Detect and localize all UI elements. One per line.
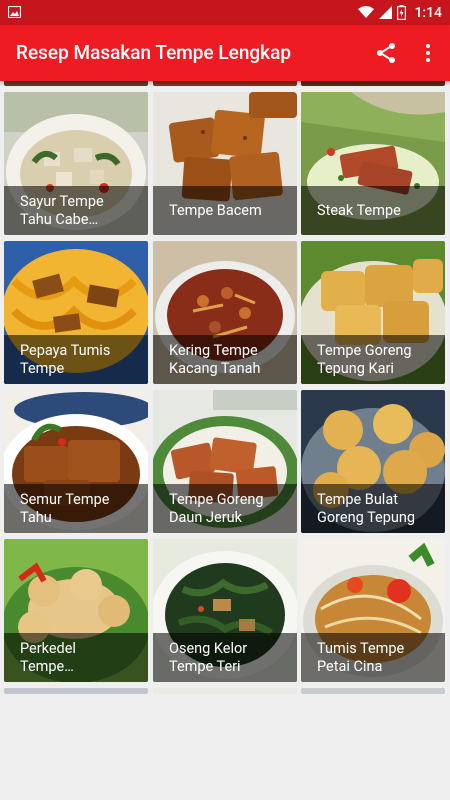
recipe-caption: Kering Tempe Kacang Tanah [153, 335, 297, 384]
battery-charging-icon [397, 5, 407, 20]
recipe-card[interactable]: Tempe Bacem [153, 92, 297, 235]
recipe-caption: Semur Tempe Tahu [4, 484, 148, 533]
recipe-grid: Sayur Tempe Tahu Cabe… Tempe Bacem Steak… [0, 0, 450, 800]
app-title: Resep Masakan Tempe Lengkap [16, 41, 291, 64]
recipe-caption: Tempe Bulat Goreng Tepung [301, 484, 445, 533]
recipe-caption: Perkedel Tempe… [4, 633, 148, 682]
recipe-card-partial[interactable] [4, 688, 148, 694]
recipe-card[interactable]: Sayur Tempe Tahu Cabe… [4, 92, 148, 235]
more-vert-icon[interactable] [416, 41, 440, 65]
recipe-caption: Tumis Tempe Petai Cina [301, 633, 445, 682]
share-icon[interactable] [374, 41, 398, 65]
recipe-caption: Oseng Kelor Tempe Teri [153, 633, 297, 682]
recipe-card-partial[interactable] [153, 688, 297, 694]
recipe-card-partial[interactable] [301, 688, 445, 694]
recipe-card[interactable]: Steak Tempe [301, 92, 445, 235]
signal-icon [379, 6, 393, 19]
image-notification-icon [8, 6, 21, 18]
clock: 1:14 [414, 4, 442, 21]
recipe-caption: Tempe Goreng Tepung Kari [301, 335, 445, 384]
recipe-card[interactable]: Tumis Tempe Petai Cina [301, 539, 445, 682]
recipe-card[interactable]: Tempe Goreng Tepung Kari [301, 241, 445, 384]
recipe-caption: Pepaya Tumis Tempe [4, 335, 148, 384]
status-bar: 1:14 [0, 0, 450, 25]
app-bar: Resep Masakan Tempe Lengkap [0, 25, 450, 81]
recipe-caption: Sayur Tempe Tahu Cabe… [4, 186, 148, 235]
recipe-card[interactable]: Oseng Kelor Tempe Teri [153, 539, 297, 682]
recipe-card[interactable]: Tempe Bulat Goreng Tepung [301, 390, 445, 533]
recipe-card[interactable]: Kering Tempe Kacang Tanah [153, 241, 297, 384]
wifi-icon [358, 6, 375, 18]
status-icons: 1:14 [358, 0, 442, 25]
recipe-caption: Tempe Goreng Daun Jeruk [153, 484, 297, 533]
recipe-card[interactable]: Perkedel Tempe… [4, 539, 148, 682]
recipe-card[interactable]: Tempe Goreng Daun Jeruk [153, 390, 297, 533]
recipe-caption: Steak Tempe [301, 186, 445, 235]
recipe-card[interactable]: Semur Tempe Tahu [4, 390, 148, 533]
recipe-caption: Tempe Bacem [153, 186, 297, 235]
recipe-card[interactable]: Pepaya Tumis Tempe [4, 241, 148, 384]
